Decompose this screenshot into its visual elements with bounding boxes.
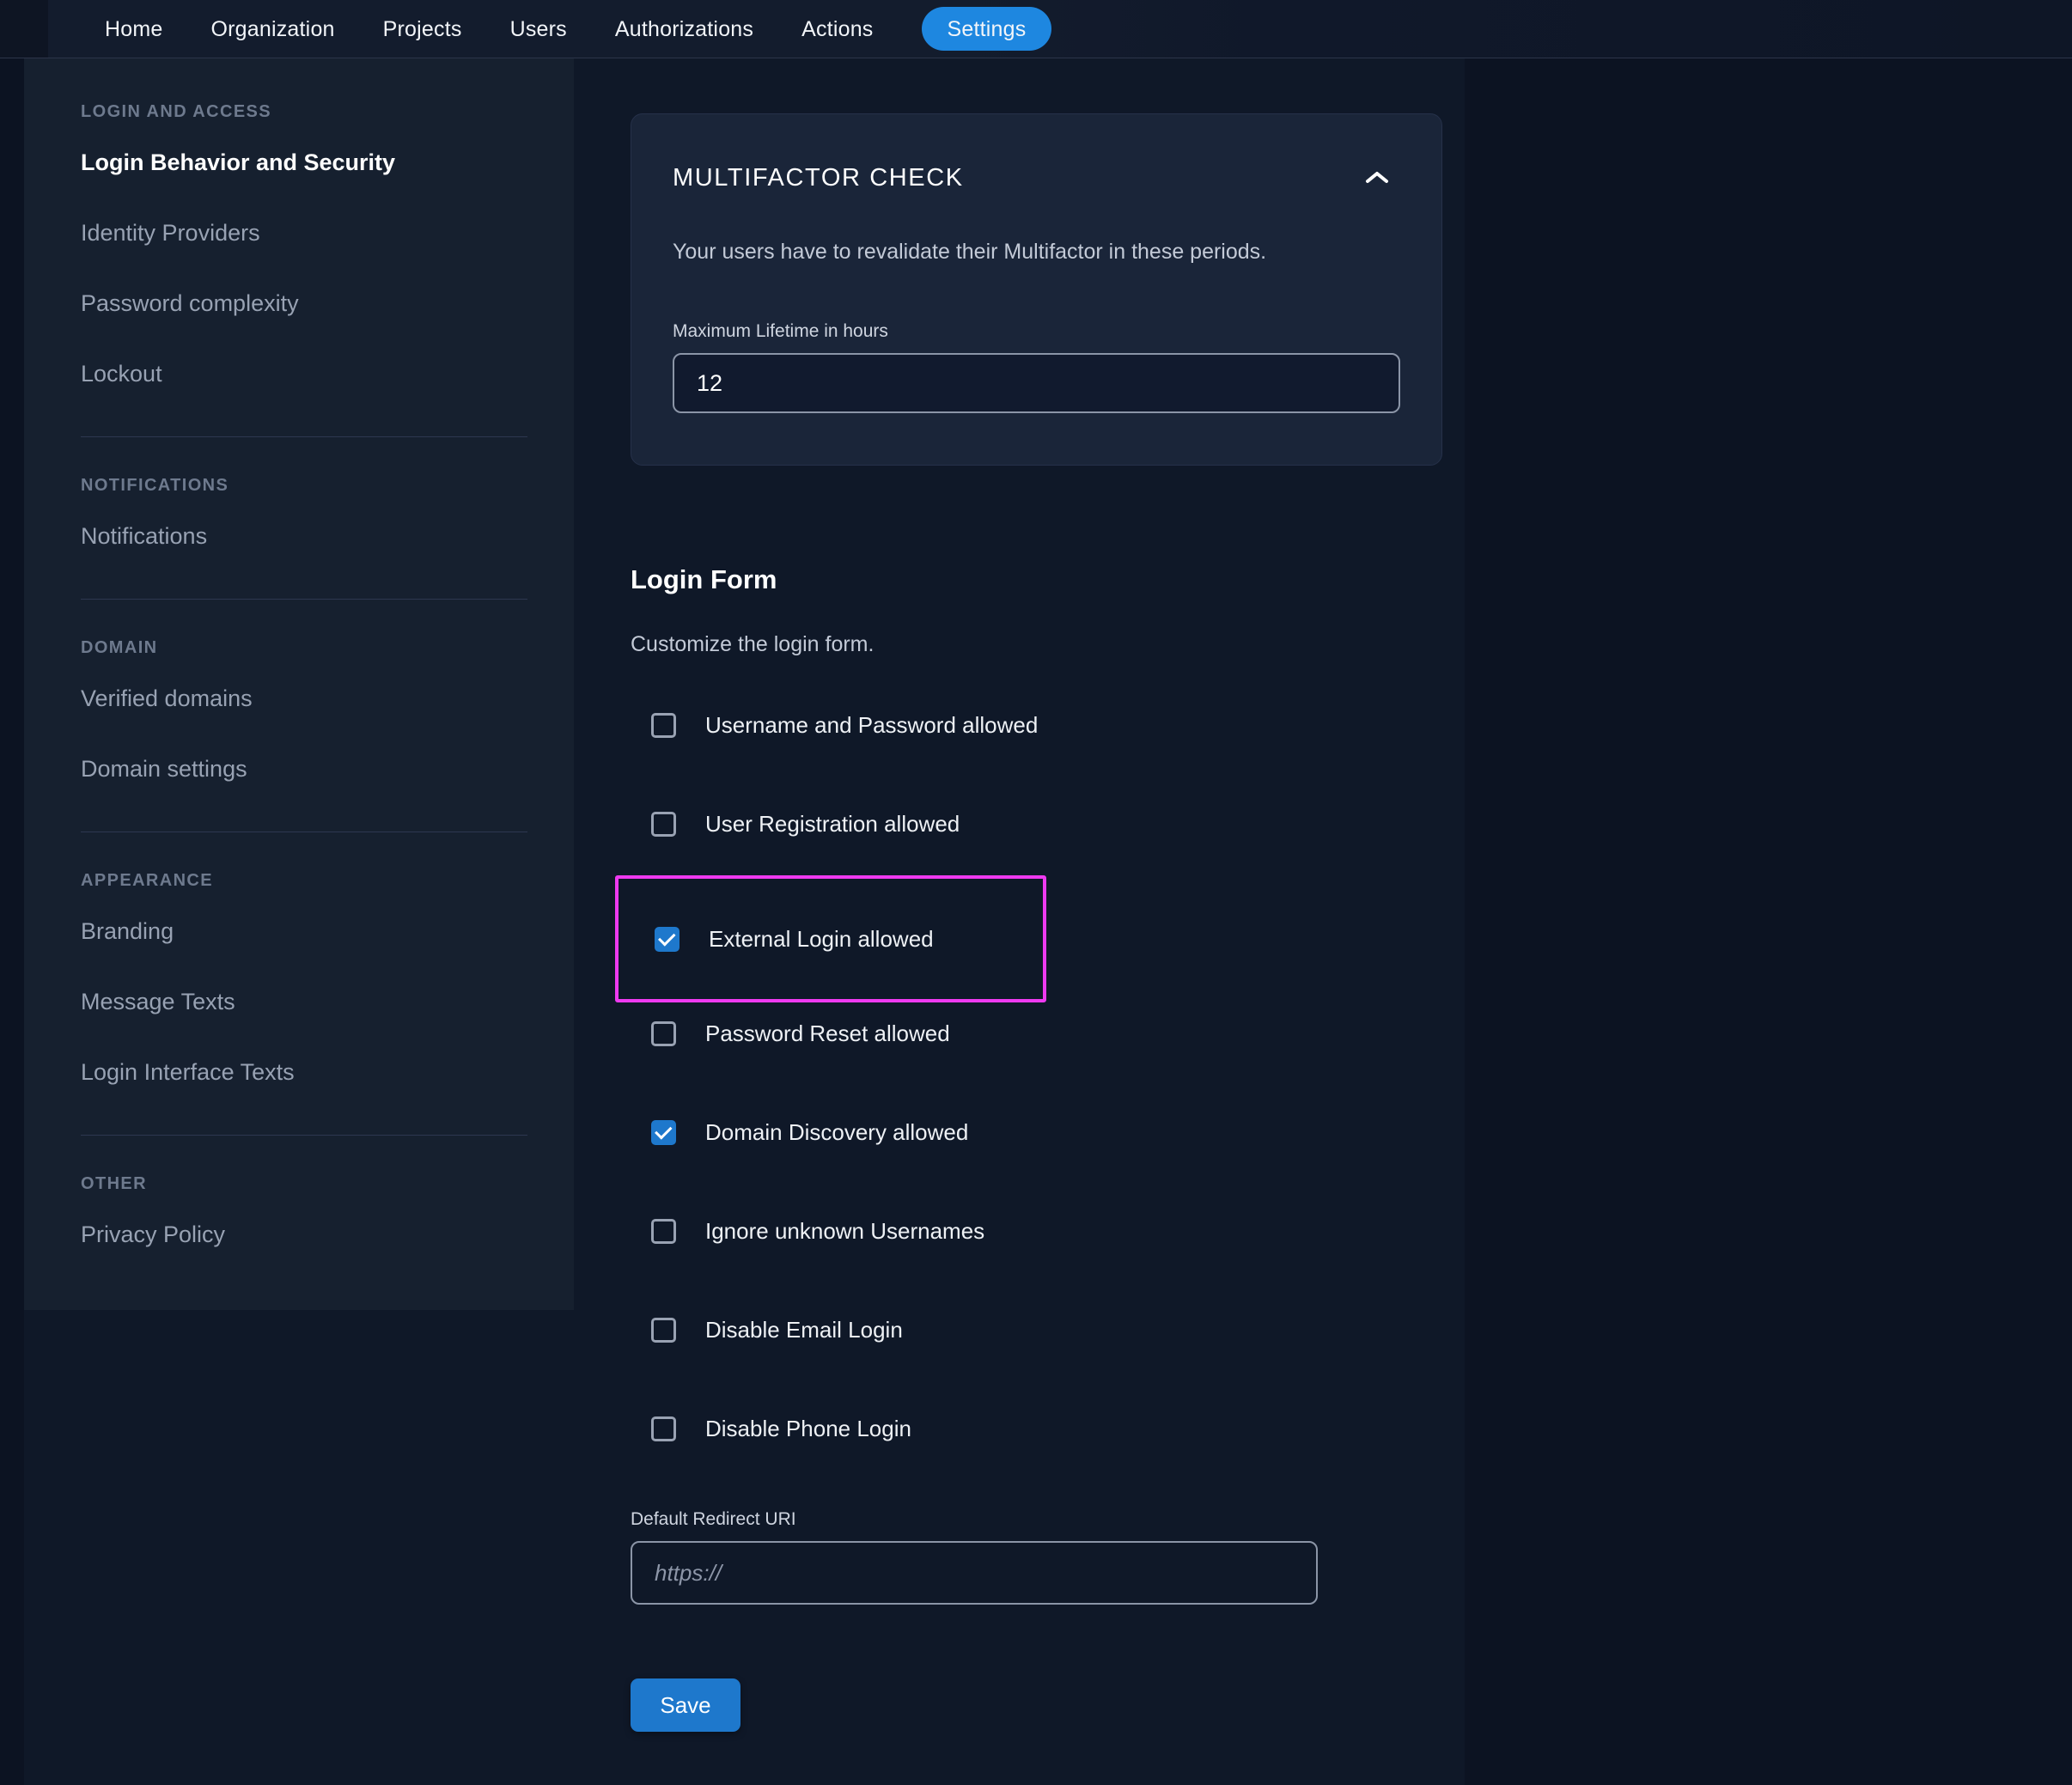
option-domain-discovery-allowed: Domain Discovery allowed [631,1113,1447,1151]
password-reset-checkbox[interactable] [651,1020,676,1046]
sidebar-item-login-behavior-and-security[interactable]: Login Behavior and Security [81,127,550,198]
redirect-uri-label: Default Redirect URI [631,1509,796,1529]
sidebar-section-login-and-access: LOGIN AND ACCESS [81,102,272,121]
option-user-registration-allowed: User Registration allowed [631,805,1447,843]
option-disable-phone-login: Disable Phone Login [631,1410,1447,1447]
sidebar-item-notifications[interactable]: Notifications [81,501,550,571]
sidebar-section-domain: DOMAIN [81,638,158,657]
sidebar-item-branding[interactable]: Branding [81,896,550,966]
logo-area [0,0,48,58]
user-registration-checkbox[interactable] [651,811,676,837]
checkbox-label: Domain Discovery allowed [705,1118,969,1145]
sidebar-item-verified-domains[interactable]: Verified domains [81,663,550,734]
disable-email-login-checkbox[interactable] [651,1317,676,1343]
checkmark-icon [657,928,676,947]
nav-item-projects[interactable]: Projects [383,8,462,51]
external-login-checkbox[interactable] [655,926,679,952]
sidebar-item-lockout[interactable]: Lockout [81,338,550,409]
sidebar-item-login-interface-texts[interactable]: Login Interface Texts [81,1037,550,1107]
sidebar-divider [81,599,527,600]
option-disable-email-login: Disable Email Login [631,1311,1447,1349]
nav-item-users[interactable]: Users [510,8,567,51]
save-button[interactable]: Save [631,1678,740,1732]
lifetime-label: Maximum Lifetime in hours [673,321,888,341]
sidebar-item-domain-settings[interactable]: Domain settings [81,734,550,804]
sidebar-section-other: OTHER [81,1174,147,1193]
collapse-button[interactable] [1361,166,1393,190]
option-password-reset-allowed: Password Reset allowed [631,1014,1447,1052]
card-description: Your users have to revalidate their Mult… [673,240,1267,264]
settings-sidebar: LOGIN AND ACCESS Login Behavior and Secu… [24,58,574,1310]
checkbox-label: Disable Email Login [705,1316,903,1343]
sidebar-divider [81,436,527,437]
sidebar-item-message-texts[interactable]: Message Texts [81,966,550,1037]
checkbox-label: Username and Password allowed [705,711,1039,738]
checkbox-label: Password Reset allowed [705,1020,950,1046]
multifactor-check-card: MULTIFACTOR CHECK Your users have to rev… [631,113,1442,466]
checkmark-icon [654,1121,673,1140]
lifetime-input[interactable] [673,353,1400,413]
redirect-uri-input[interactable] [631,1541,1318,1605]
ignore-unknown-usernames-checkbox[interactable] [651,1218,676,1244]
option-ignore-unknown-usernames: Ignore unknown Usernames [631,1212,1447,1250]
nav-items: Home Organization Projects Users Authori… [0,7,1052,51]
checkbox-label: Ignore unknown Usernames [705,1217,985,1244]
checkbox-label: External Login allowed [709,925,934,952]
settings-page: Home Organization Projects Users Authori… [0,0,2072,1785]
login-form-section: Login Form Customize the login form. Use… [615,564,1447,1766]
domain-discovery-checkbox[interactable] [651,1119,676,1145]
sidebar-item-privacy-policy[interactable]: Privacy Policy [81,1199,550,1270]
option-username-password-allowed: Username and Password allowed [631,706,1447,744]
checkbox-label: Disable Phone Login [705,1415,911,1441]
chevron-up-icon [1366,172,1388,183]
login-form-title: Login Form [631,564,777,594]
login-form-description: Customize the login form. [631,632,875,656]
sidebar-item-identity-providers[interactable]: Identity Providers [81,198,550,268]
nav-item-actions[interactable]: Actions [801,8,873,51]
nav-item-organization[interactable]: Organization [211,8,335,51]
card-header: MULTIFACTOR CHECK [673,162,1400,193]
sidebar-divider [81,1135,527,1136]
checkbox-label: User Registration allowed [705,810,960,837]
sidebar-item-password-complexity[interactable]: Password complexity [81,268,550,338]
highlight-annotation: External Login allowed [615,875,1046,1002]
nav-item-settings[interactable]: Settings [921,7,1052,51]
nav-item-home[interactable]: Home [105,8,163,51]
sidebar-section-appearance: APPEARANCE [81,871,214,890]
settings-content: MULTIFACTOR CHECK Your users have to rev… [615,58,1447,1766]
login-form-options: Username and Password allowed User Regis… [615,706,1447,1447]
sidebar-section-notifications: NOTIFICATIONS [81,476,229,495]
card-title: MULTIFACTOR CHECK [673,164,964,192]
option-external-login-allowed: External Login allowed [634,920,1043,958]
top-nav: Home Organization Projects Users Authori… [0,0,2072,58]
username-password-checkbox[interactable] [651,712,676,738]
nav-item-authorizations[interactable]: Authorizations [615,8,753,51]
disable-phone-login-checkbox[interactable] [651,1416,676,1441]
